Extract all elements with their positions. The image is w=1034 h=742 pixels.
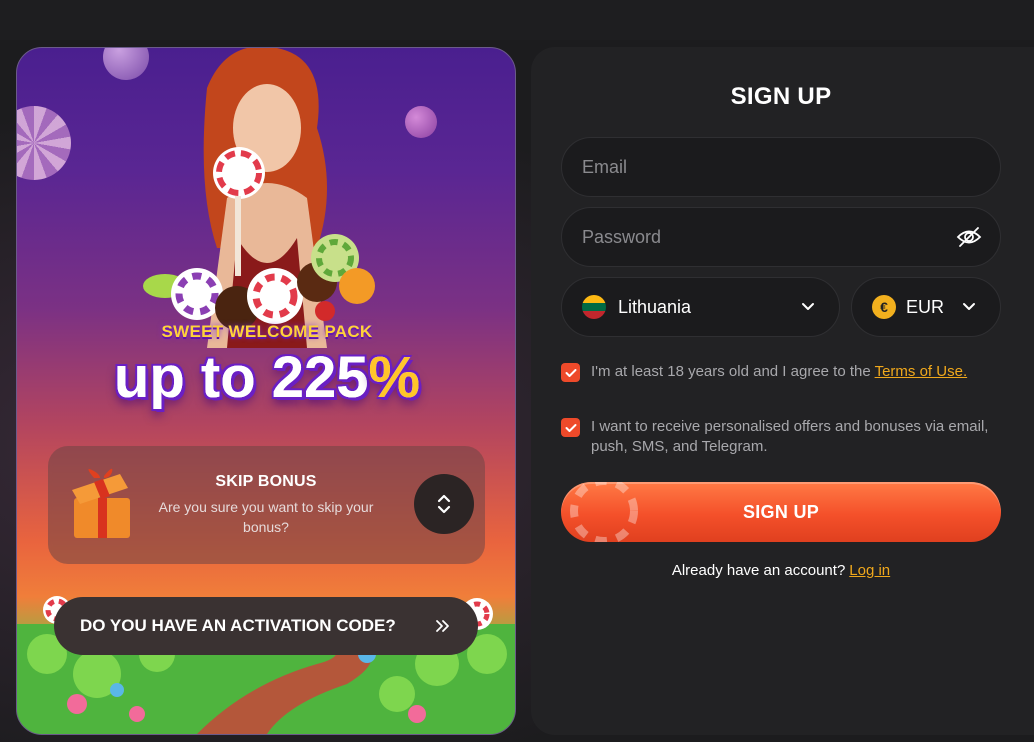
- activation-code-button[interactable]: DO YOU HAVE AN ACTIVATION CODE?: [54, 597, 478, 655]
- age-terms-checkbox[interactable]: [561, 363, 580, 382]
- signup-button-label: SIGN UP: [742, 501, 820, 522]
- signup-button[interactable]: SIGN UP: [561, 482, 1001, 542]
- candy-cluster: [143, 234, 375, 330]
- promo-subtitle: SWEET WELCOME PACK: [161, 322, 373, 341]
- activation-code-label: DO YOU HAVE AN ACTIVATION CODE?: [80, 616, 396, 635]
- terms-of-use-link[interactable]: Terms of Use.: [875, 363, 968, 380]
- promo-amount-value: up to 225: [113, 345, 369, 410]
- double-chevron-right-icon: [436, 620, 449, 632]
- login-row: Already have an account? Log in: [531, 562, 1031, 579]
- decor-candy-ball: [103, 48, 149, 80]
- chevron-down-icon: [802, 303, 814, 310]
- chevron-down-icon: [963, 303, 975, 310]
- checkmark-icon: [565, 423, 576, 432]
- signup-title: SIGN UP: [730, 83, 832, 110]
- gift-icon: [72, 468, 130, 538]
- password-field[interactable]: [561, 207, 1001, 267]
- skip-bonus-title: SKIP BONUS: [215, 473, 317, 490]
- country-value: Lithuania: [618, 296, 692, 317]
- decor-lollipop: [17, 106, 71, 180]
- signup-panel: SIGN UP Lithuania € EUR I'm at least 18 …: [531, 47, 1034, 735]
- currency-value: EUR: [906, 296, 945, 317]
- offers-row: I want to receive personalised offers an…: [561, 417, 1001, 457]
- promo-card: SWEET WELCOME PACK up to 225% SKIP BONUS…: [16, 47, 516, 735]
- checkmark-icon: [565, 368, 576, 377]
- age-terms-row: I'm at least 18 years old and I agree to…: [561, 362, 1001, 382]
- euro-icon: €: [872, 295, 896, 319]
- email-field[interactable]: [561, 137, 1001, 197]
- password-input[interactable]: [582, 226, 980, 248]
- skip-bonus-text: Are you sure you want to skip your bonus…: [158, 499, 374, 535]
- age-terms-text: I'm at least 18 years old and I agree to…: [591, 362, 967, 382]
- decor-candy-ball: [405, 106, 437, 138]
- candy-swirl-decoration: [570, 482, 638, 542]
- promo-amount: up to 225%: [17, 344, 515, 411]
- eye-off-icon[interactable]: [956, 226, 982, 248]
- skip-bonus-toggle-button[interactable]: [414, 474, 474, 534]
- offers-checkbox[interactable]: [561, 418, 580, 437]
- age-terms-label: I'm at least 18 years old and I agree to…: [591, 363, 875, 380]
- email-input[interactable]: [582, 156, 980, 178]
- top-bar: [0, 0, 1034, 40]
- offers-text: I want to receive personalised offers an…: [591, 418, 989, 455]
- login-link[interactable]: Log in: [849, 562, 890, 579]
- currency-select[interactable]: € EUR: [851, 277, 1001, 337]
- login-prompt: Already have an account?: [671, 562, 846, 579]
- country-select[interactable]: Lithuania: [561, 277, 840, 337]
- promo-amount-percent: %: [368, 345, 421, 410]
- lithuania-flag-icon: [582, 295, 606, 319]
- chevron-up-down-icon: [437, 494, 451, 514]
- skip-bonus-box[interactable]: SKIP BONUS Are you sure you want to skip…: [48, 446, 485, 564]
